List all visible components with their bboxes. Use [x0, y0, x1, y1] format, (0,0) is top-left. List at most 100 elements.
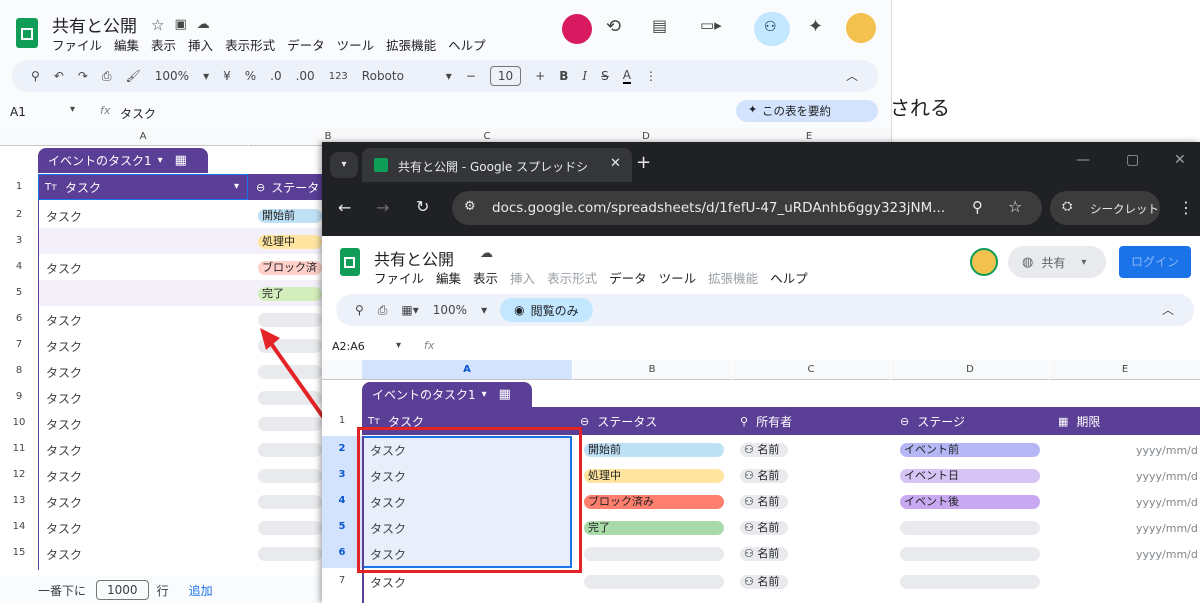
header-stage-cell[interactable]: ⊖ ステージ	[900, 407, 965, 435]
empty-status-chip[interactable]	[258, 469, 322, 483]
empty-status-chip[interactable]	[584, 575, 724, 589]
bookmark-star-icon[interactable]: ☆	[1008, 197, 1022, 216]
browser-tab[interactable]: 共有と公開 - Google スプレッドシ ✕	[362, 148, 632, 182]
address-bar[interactable]: ⚙ docs.google.com/spreadsheets/d/1fefU-4…	[452, 191, 1042, 225]
undo-icon[interactable]: ↶	[54, 69, 64, 83]
row-number[interactable]: 8	[0, 358, 38, 384]
view-only-badge[interactable]: ◉ 閲覧のみ	[500, 298, 593, 322]
header-owner-cell[interactable]: ⚲ 所有者	[740, 407, 792, 435]
stage-chip[interactable]: イベント前	[900, 443, 1040, 457]
task-cell[interactable]: タスク	[46, 468, 82, 485]
task-cell[interactable]: タスク	[46, 260, 82, 277]
account-avatar[interactable]	[970, 248, 998, 276]
task-cell[interactable]: タスク	[46, 546, 82, 563]
meet-icon[interactable]: ▭▸	[700, 16, 722, 34]
task-cell[interactable]: タスク	[46, 520, 82, 537]
table-calculator-icon[interactable]: ▦	[175, 153, 187, 168]
font-select[interactable]: Roboto	[362, 69, 432, 83]
due-date-cell[interactable]: yyyy/mm/d	[1136, 496, 1198, 509]
row-number[interactable]: 4	[322, 488, 362, 514]
decrease-decimal-button[interactable]: .0	[270, 69, 281, 83]
site-info-icon[interactable]: ⚙	[464, 199, 476, 214]
currency-button[interactable]: ¥	[223, 69, 231, 83]
task-cell[interactable]: タスク	[46, 416, 82, 433]
task-cell[interactable]: タスク	[46, 442, 82, 459]
status-chip[interactable]: ブロック済	[258, 261, 322, 275]
owner-chip[interactable]: ⚇ 名前	[740, 575, 788, 589]
account-avatar[interactable]	[846, 13, 876, 43]
task-cell[interactable]: タスク	[46, 208, 82, 225]
print-icon[interactable]: ⎙	[378, 303, 388, 318]
name-box[interactable]: A1	[10, 105, 26, 119]
zoom-search-icon[interactable]: ⚲	[972, 198, 983, 216]
gemini-sparkle-icon[interactable]: ✦	[808, 16, 823, 37]
chevron-down-icon[interactable]: ▾	[234, 181, 239, 192]
search-icon[interactable]: ⚲	[31, 69, 40, 83]
formula-input[interactable]: タスク	[120, 105, 156, 122]
print-icon[interactable]: ⎙	[102, 69, 112, 84]
collapse-chevron-icon[interactable]: ︿	[846, 67, 858, 84]
status-chip[interactable]: 完了	[258, 287, 322, 301]
url-text[interactable]: docs.google.com/spreadsheets/d/1fefU-47_…	[492, 200, 962, 216]
task-cell[interactable]: タスク	[370, 574, 406, 591]
col-header-d[interactable]: D	[891, 360, 1049, 380]
add-rows-count-input[interactable]: 1000	[96, 580, 149, 600]
zoom-select[interactable]: 100%	[155, 69, 189, 83]
redo-icon[interactable]: ↷	[78, 69, 88, 83]
col-header-b[interactable]: B	[573, 360, 731, 380]
strikethrough-button[interactable]: S	[601, 69, 609, 83]
menu-data[interactable]: データ	[609, 268, 647, 287]
font-size-decrease-icon[interactable]: −	[466, 69, 476, 83]
task-cell[interactable]: タスク	[46, 338, 82, 355]
menu-extensions[interactable]: 拡張機能	[386, 35, 436, 54]
cloud-status-icon[interactable]: ☁	[197, 17, 210, 32]
row-number[interactable]: 4	[0, 254, 38, 280]
menu-tools[interactable]: ツール	[659, 268, 697, 287]
maximize-icon[interactable]: ▢	[1126, 152, 1139, 168]
chevron-down-icon[interactable]: ▾	[1081, 257, 1086, 268]
owner-chip[interactable]: ⚇ 名前	[740, 521, 788, 535]
row-number[interactable]: 14	[0, 514, 38, 540]
star-icon[interactable]: ☆	[151, 16, 164, 34]
menu-format[interactable]: 表示形式	[547, 268, 597, 287]
add-rows-link[interactable]: 追加	[189, 582, 213, 599]
row-number[interactable]: 6	[0, 306, 38, 332]
chevron-down-icon[interactable]: ▾	[70, 104, 75, 115]
row-number[interactable]: 7	[0, 332, 38, 358]
minimize-icon[interactable]: —	[1076, 152, 1090, 168]
new-tab-icon[interactable]: +	[636, 152, 651, 173]
owner-chip[interactable]: ⚇ 名前	[740, 443, 788, 457]
empty-stage-chip[interactable]	[900, 521, 1040, 535]
col-header-a[interactable]: A	[362, 360, 572, 380]
row-number[interactable]: 13	[0, 488, 38, 514]
row-number[interactable]: 12	[0, 462, 38, 488]
search-icon[interactable]: ⚲	[355, 303, 364, 317]
row-number[interactable]: 5	[322, 514, 362, 540]
empty-status-chip[interactable]	[258, 521, 322, 535]
empty-stage-chip[interactable]	[900, 547, 1040, 561]
status-chip[interactable]: 処理中	[584, 469, 724, 483]
menu-file[interactable]: ファイル	[52, 35, 102, 54]
row-number[interactable]: 15	[0, 540, 38, 566]
row-number[interactable]: 5	[0, 280, 38, 306]
share-button[interactable]: ◍ 共有 ▾	[1008, 246, 1106, 278]
col-header-c[interactable]: C	[732, 360, 890, 380]
due-date-cell[interactable]: yyyy/mm/d	[1136, 444, 1198, 457]
menu-file[interactable]: ファイル	[374, 268, 424, 287]
due-date-cell[interactable]: yyyy/mm/d	[1136, 548, 1198, 561]
row-number[interactable]: 7	[322, 568, 362, 594]
due-date-cell[interactable]: yyyy/mm/d	[1136, 470, 1198, 483]
status-chip[interactable]: ブロック済み	[584, 495, 724, 509]
stage-chip[interactable]: イベント日	[900, 469, 1040, 483]
format-table-icon[interactable]: ▦▾	[401, 303, 418, 317]
table-name-tab[interactable]: イベントのタスク1 ▾ ▦	[38, 148, 208, 173]
task-cell[interactable]: タスク	[46, 390, 82, 407]
font-size-input[interactable]: 10	[489, 66, 522, 86]
move-folder-icon[interactable]: ▣	[174, 17, 186, 32]
table-name-tab[interactable]: イベントのタスク1 ▾ ▦	[362, 382, 532, 407]
row-number[interactable]: 2	[322, 436, 362, 462]
table-calculator-icon[interactable]: ▦	[499, 387, 511, 402]
row-number[interactable]: 1	[322, 407, 362, 435]
menu-insert[interactable]: 挿入	[510, 268, 535, 287]
font-size-increase-icon[interactable]: +	[535, 69, 545, 83]
